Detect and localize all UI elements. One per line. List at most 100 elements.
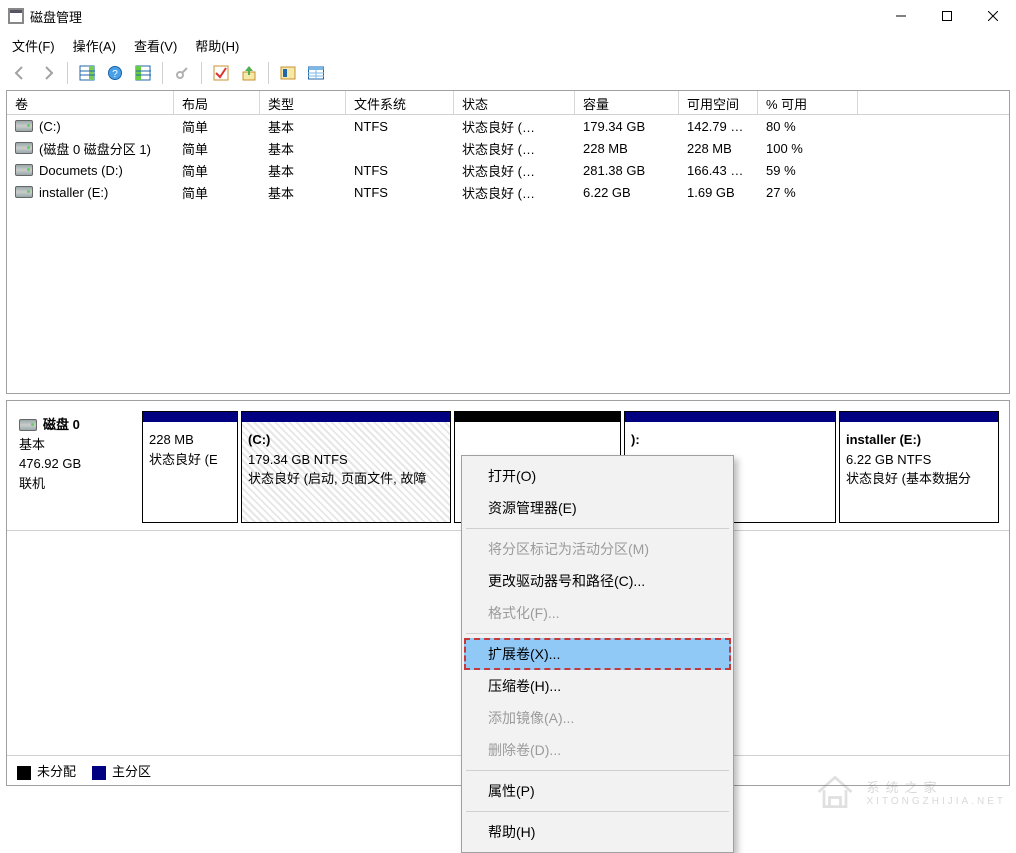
forward-button — [36, 61, 60, 85]
partition-size: 228 MB — [149, 430, 231, 450]
refresh-button[interactable] — [131, 61, 155, 85]
partition-header — [840, 412, 998, 422]
cell-type: 基本 — [260, 137, 346, 160]
col-volume[interactable]: 卷 — [7, 91, 174, 114]
partition-selected[interactable]: (C:)179.34 GB NTFS状态良好 (启动, 页面文件, 故障 — [241, 411, 451, 523]
partition-header — [455, 412, 620, 422]
cell-fs: NTFS — [346, 183, 454, 202]
cell-free: 1.69 GB — [679, 183, 758, 202]
partition[interactable]: 228 MB状态良好 (E — [142, 411, 238, 523]
ctx-help[interactable]: 帮助(H) — [464, 816, 731, 848]
ctx-separator — [466, 811, 729, 812]
ctx-explorer[interactable]: 资源管理器(E) — [464, 492, 731, 524]
ctx-extend-volume[interactable]: 扩展卷(X)... — [464, 638, 731, 670]
back-button — [8, 61, 32, 85]
watermark: 系统之家 XITONGZHIJIA.NET — [813, 770, 1007, 814]
partition[interactable]: installer (E:)6.22 GB NTFS状态良好 (基本数据分 — [839, 411, 999, 523]
partition-size: 6.22 GB NTFS — [846, 450, 992, 470]
disk-size: 476.92 GB — [19, 454, 136, 474]
help-button[interactable]: ? — [103, 61, 127, 85]
cell-type: 基本 — [260, 159, 346, 182]
legend-primary: 主分区 — [112, 764, 151, 779]
ctx-open[interactable]: 打开(O) — [464, 460, 731, 492]
disk-info[interactable]: 磁盘 0 基本 476.92 GB 联机 — [17, 411, 142, 530]
cell-pct: 100 % — [758, 139, 858, 158]
partition-title: installer (E:) — [846, 430, 992, 450]
partition-status: 状态良好 (基本数据分 — [846, 469, 992, 489]
partition-status: 状态良好 (启动, 页面文件, 故障 — [248, 469, 444, 489]
drive-icon — [15, 142, 33, 154]
maximize-button[interactable] — [924, 1, 970, 31]
cell-type: 基本 — [260, 115, 346, 138]
check-button[interactable] — [209, 61, 233, 85]
legend-swatch-primary — [92, 766, 106, 780]
toolbar-separator — [201, 62, 202, 84]
up-button[interactable] — [237, 61, 261, 85]
col-free[interactable]: 可用空间 — [679, 91, 758, 114]
disk-label: 磁盘 0 — [43, 415, 80, 435]
table-row[interactable]: (磁盘 0 磁盘分区 1) 简单 基本 状态良好 (… 228 MB 228 M… — [7, 137, 1009, 159]
ctx-change-letter[interactable]: 更改驱动器号和路径(C)... — [464, 565, 731, 597]
col-capacity[interactable]: 容量 — [575, 91, 679, 114]
svg-text:?: ? — [112, 69, 118, 80]
watermark-main: 系统之家 — [867, 777, 1007, 796]
menu-help[interactable]: 帮助(H) — [195, 36, 239, 55]
disk-type: 基本 — [19, 435, 136, 455]
cell-cap: 179.34 GB — [575, 117, 679, 136]
cell-free: 142.79 … — [679, 117, 758, 136]
cell-volume: (磁盘 0 磁盘分区 1) — [39, 139, 151, 158]
app-icon — [8, 8, 24, 24]
partition-title: (C:) — [248, 430, 444, 450]
drive-icon — [15, 164, 33, 176]
col-filesystem[interactable]: 文件系统 — [346, 91, 454, 114]
cell-pct: 27 % — [758, 183, 858, 202]
cell-fs: NTFS — [346, 117, 454, 136]
table-row[interactable]: installer (E:) 简单 基本 NTFS 状态良好 (… 6.22 G… — [7, 181, 1009, 203]
ctx-properties[interactable]: 属性(P) — [464, 775, 731, 807]
details-button[interactable] — [304, 61, 328, 85]
col-layout[interactable]: 布局 — [174, 91, 260, 114]
partition-size: 179.34 GB NTFS — [248, 450, 444, 470]
title-bar: 磁盘管理 — [0, 0, 1016, 32]
cell-status: 状态良好 (… — [454, 137, 575, 160]
view-list-button[interactable] — [75, 61, 99, 85]
toolbar-separator — [268, 62, 269, 84]
toolbar-separator — [67, 62, 68, 84]
cell-pct: 59 % — [758, 161, 858, 180]
close-button[interactable] — [970, 1, 1016, 31]
table-row[interactable]: Documets (D:) 简单 基本 NTFS 状态良好 (… 281.38 … — [7, 159, 1009, 181]
table-row[interactable]: (C:) 简单 基本 NTFS 状态良好 (… 179.34 GB 142.79… — [7, 115, 1009, 137]
properties-button — [170, 61, 194, 85]
ctx-delete-volume: 删除卷(D)... — [464, 734, 731, 766]
legend-swatch-unallocated — [17, 766, 31, 780]
drive-icon — [15, 120, 33, 132]
settings-button[interactable] — [276, 61, 300, 85]
house-icon — [813, 770, 857, 814]
col-type[interactable]: 类型 — [260, 91, 346, 114]
menu-action[interactable]: 操作(A) — [73, 36, 116, 55]
menu-view[interactable]: 查看(V) — [134, 36, 177, 55]
cell-pct: 80 % — [758, 117, 858, 136]
toolbar-separator — [162, 62, 163, 84]
cell-fs — [346, 146, 454, 150]
ctx-shrink-volume[interactable]: 压缩卷(H)... — [464, 670, 731, 702]
cell-fs: NTFS — [346, 161, 454, 180]
ctx-mark-active: 将分区标记为活动分区(M) — [464, 533, 731, 565]
cell-free: 166.43 … — [679, 161, 758, 180]
cell-cap: 281.38 GB — [575, 161, 679, 180]
context-menu: 打开(O) 资源管理器(E) 将分区标记为活动分区(M) 更改驱动器号和路径(C… — [461, 455, 734, 853]
col-status[interactable]: 状态 — [454, 91, 575, 114]
minimize-button[interactable] — [878, 1, 924, 31]
cell-layout: 简单 — [174, 137, 260, 160]
menu-file[interactable]: 文件(F) — [12, 36, 55, 55]
window-title: 磁盘管理 — [30, 7, 878, 26]
ctx-add-mirror: 添加镜像(A)... — [464, 702, 731, 734]
partition-header — [625, 412, 835, 422]
col-percent[interactable]: % 可用 — [758, 91, 858, 114]
table-body: (C:) 简单 基本 NTFS 状态良好 (… 179.34 GB 142.79… — [7, 115, 1009, 203]
toolbar: ? — [0, 58, 1016, 90]
legend-unallocated: 未分配 — [37, 764, 76, 779]
cell-layout: 简单 — [174, 115, 260, 138]
cell-type: 基本 — [260, 181, 346, 204]
disk-state: 联机 — [19, 474, 136, 494]
